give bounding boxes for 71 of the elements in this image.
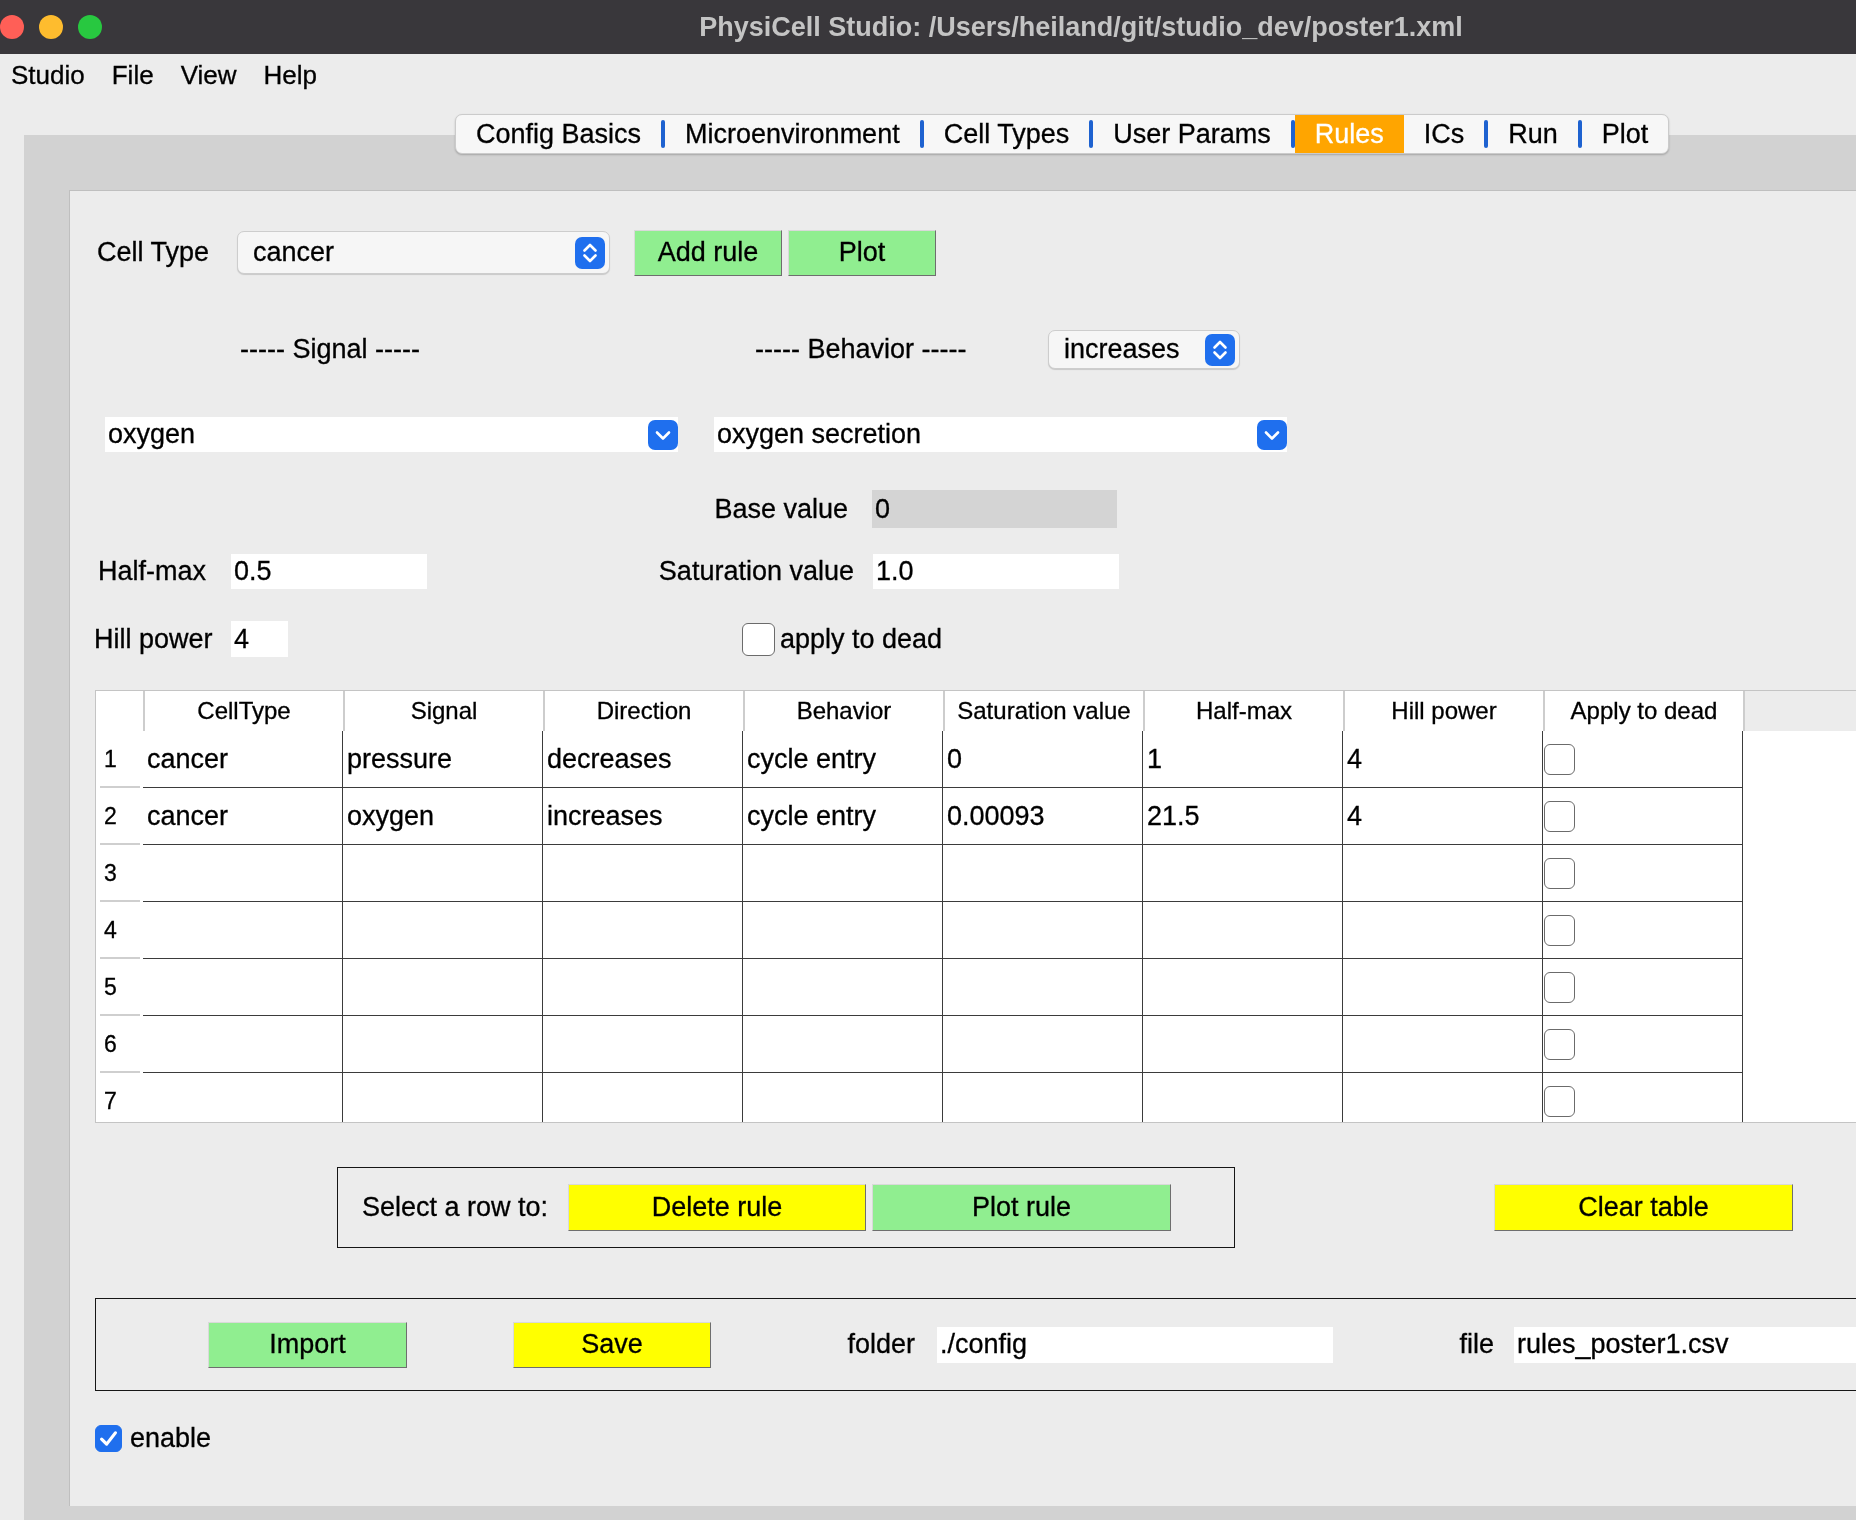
checkbox[interactable] [1544, 1085, 1575, 1117]
cell-type-dropdown[interactable]: cancer [237, 231, 610, 274]
file-field[interactable]: rules_poster1.csv [1514, 1326, 1856, 1363]
folder-label: folder [847, 1329, 915, 1360]
table-cell: 4 [1343, 731, 1543, 788]
tab[interactable]: Config Basics [456, 115, 662, 153]
hill-power-field[interactable]: 4 [231, 621, 288, 657]
table-cell: pressure [343, 731, 543, 788]
saturation-value-field[interactable]: 1.0 [873, 554, 1119, 589]
behavior-heading: ----- Behavior ----- [755, 334, 967, 365]
tab[interactable]: ICs [1403, 115, 1485, 153]
menu-item[interactable]: File [111, 60, 154, 91]
tab[interactable]: Cell Types [923, 115, 1090, 153]
folder-field[interactable]: ./config [937, 1326, 1333, 1363]
enable-label[interactable]: enable [130, 1423, 212, 1454]
checkbox[interactable] [1544, 800, 1575, 832]
half-max-field[interactable]: 0.5 [231, 554, 427, 589]
plot-rule-button[interactable]: Plot rule [872, 1184, 1171, 1231]
direction-dropdown[interactable]: increases [1048, 330, 1240, 369]
import-button[interactable]: Import [208, 1321, 407, 1368]
signal-heading: ----- Signal ----- [240, 334, 420, 365]
table-cell: 21.5 [1143, 788, 1343, 845]
saturation-value-label: Saturation value [658, 556, 854, 587]
table-cell: cancer [143, 788, 343, 845]
table-cell: oxygen [343, 788, 543, 845]
checkbox[interactable] [1544, 914, 1575, 946]
table-cell: cycle entry [743, 788, 943, 845]
up-down-chevron-icon [575, 236, 605, 269]
chevron-down-icon [1257, 419, 1287, 450]
table-cell: increases [543, 788, 743, 845]
table-cell: 0 [943, 731, 1143, 788]
delete-rule-button[interactable]: Delete rule [568, 1184, 866, 1231]
up-down-chevron-icon [1205, 333, 1235, 366]
chevron-down-icon [648, 419, 678, 450]
tab[interactable]: Run [1488, 115, 1578, 153]
table-cell: 4 [1343, 788, 1543, 845]
hill-power-label: Hill power [94, 623, 213, 655]
plot-button[interactable]: Plot [788, 229, 936, 276]
tab[interactable]: User Params [1093, 115, 1291, 153]
window-close-icon[interactable] [0, 15, 24, 39]
behavior-dropdown[interactable]: oxygen secretion [714, 417, 1287, 452]
signal-dropdown[interactable]: oxygen [105, 417, 678, 452]
row-actions-label: Select a row to: [362, 1192, 549, 1223]
apply-to-dead-label[interactable]: apply to dead [780, 623, 943, 655]
file-label: file [1459, 1329, 1494, 1360]
tab[interactable]: Microenvironment [665, 115, 920, 153]
table-cell: decreases [543, 731, 743, 788]
table-cell: 1 [1143, 731, 1343, 788]
menu-item[interactable]: Help [263, 60, 317, 91]
enable-checkbox[interactable] [95, 1425, 122, 1452]
menu-item[interactable]: Studio [11, 60, 85, 91]
add-rule-button[interactable]: Add rule [634, 229, 782, 276]
checkbox[interactable] [1544, 743, 1575, 775]
base-value-field: 0 [872, 490, 1117, 528]
save-button[interactable]: Save [513, 1321, 711, 1368]
table-cell: cancer [143, 731, 343, 788]
window-zoom-icon[interactable] [78, 15, 102, 39]
checkbox[interactable] [1544, 857, 1575, 889]
window-title: PhysiCell Studio: /Users/heiland/git/studio_dev/poster1.xml [699, 11, 1463, 43]
menu-item[interactable]: View [180, 60, 237, 91]
checkbox[interactable] [1544, 971, 1575, 1003]
tab[interactable]: Plot [1581, 115, 1669, 153]
half-max-label: Half-max [98, 556, 206, 587]
cell-type-label: Cell Type [97, 237, 210, 268]
window-minimize-icon[interactable] [39, 15, 63, 39]
checkbox[interactable] [1544, 1028, 1575, 1060]
apply-to-dead-checkbox[interactable] [742, 622, 775, 656]
clear-table-button[interactable]: Clear table [1494, 1184, 1793, 1231]
table-cell: 0.00093 [943, 788, 1143, 845]
base-value-label: Base value [714, 493, 848, 525]
table-cell: cycle entry [743, 731, 943, 788]
